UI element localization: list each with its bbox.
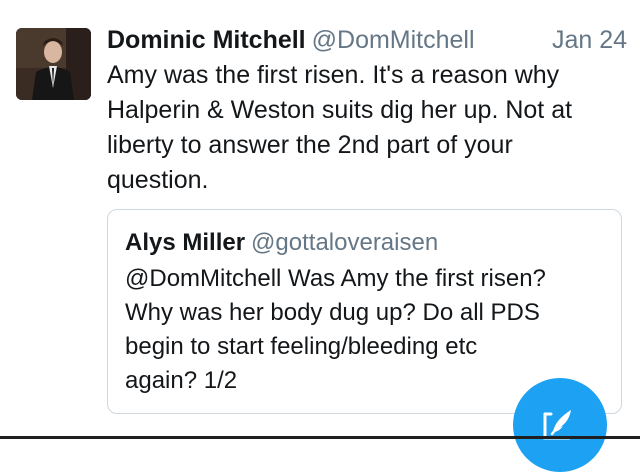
quoted-author-display-name: Alys Miller — [125, 229, 246, 256]
tweet-date[interactable]: Jan 24 — [552, 22, 627, 58]
tweet[interactable]: Dominic Mitchell @DomMitchell Jan 24 Amy … — [0, 0, 640, 472]
author-display-name[interactable]: Dominic Mitchell — [107, 26, 306, 54]
avatar[interactable] — [16, 28, 91, 100]
tweet-text: Amy was the first risen. It's a reason w… — [107, 61, 573, 194]
quoted-tweet-text: @DomMitchell Was Amy the first risen? Wh… — [125, 265, 546, 394]
compose-tweet-button[interactable] — [513, 378, 607, 472]
quoted-tweet-header: Alys Miller @gottaloveraisen — [125, 226, 438, 260]
tweet-header: Dominic Mitchell @DomMitchell Jan 24 — [107, 22, 627, 58]
quoted-author-handle: @gottaloveraisen — [251, 229, 439, 256]
avatar-image — [16, 28, 91, 100]
author-handle[interactable]: @DomMitchell — [312, 26, 475, 54]
